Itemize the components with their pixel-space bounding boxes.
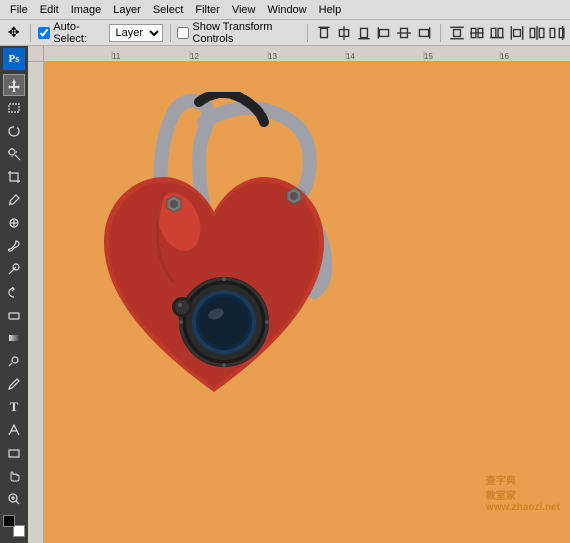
ruler-top-ticks xyxy=(60,51,570,61)
distribute-top-edges-icon[interactable] xyxy=(448,24,466,42)
show-transform-checkbox[interactable] xyxy=(177,27,189,39)
eyedropper-tool-btn[interactable] xyxy=(3,189,25,211)
options-toolbar: ✥ Auto-Select: Layer Show Transform Cont… xyxy=(0,20,570,46)
history-brush-tool-btn[interactable] xyxy=(3,281,25,303)
distribute-left-edges-icon[interactable] xyxy=(508,24,526,42)
menu-image[interactable]: Image xyxy=(65,2,108,18)
distribute-bottom-edges-icon[interactable] xyxy=(488,24,506,42)
shape-tool-btn[interactable] xyxy=(3,442,25,464)
toolbar-sep-4 xyxy=(440,24,441,42)
crop-tool-btn[interactable] xyxy=(3,166,25,188)
transform-group: Show Transform Controls xyxy=(177,21,300,45)
align-left-edges-icon[interactable] xyxy=(375,24,393,42)
canvas-wrapper: 查字典 教室家 www.zhaozi.net xyxy=(28,62,570,543)
healing-brush-tool-btn[interactable] xyxy=(3,212,25,234)
menu-layer[interactable]: Layer xyxy=(107,2,147,18)
brush-tool-btn[interactable] xyxy=(3,235,25,257)
auto-select-label: Auto-Select: xyxy=(53,21,104,45)
align-horizontal-centers-icon[interactable] xyxy=(395,24,413,42)
align-top-edges-icon[interactable] xyxy=(315,24,333,42)
ruler-top-marks: 11 12 13 14 15 16 17 xyxy=(60,46,570,61)
auto-select-checkbox[interactable] xyxy=(38,27,50,39)
zoom-tool-btn[interactable] xyxy=(3,488,25,510)
align-icons-group xyxy=(315,24,433,42)
toolbar-sep-3 xyxy=(307,24,308,42)
toolbar-sep-2 xyxy=(170,24,171,42)
move-tool-icon[interactable]: ✥ xyxy=(4,22,23,44)
menu-edit[interactable]: Edit xyxy=(34,2,65,18)
ruler-corner xyxy=(28,46,44,62)
left-toolbar: Ps xyxy=(0,46,28,543)
menu-filter[interactable]: Filter xyxy=(189,2,225,18)
dodge-tool-btn[interactable] xyxy=(3,350,25,372)
menu-select[interactable]: Select xyxy=(147,2,190,18)
watermark-line2: 教室家 xyxy=(486,487,560,502)
foreground-color-swatch[interactable] xyxy=(3,515,15,527)
distribute-vertical-centers-icon[interactable] xyxy=(468,24,486,42)
distribute-icons-group xyxy=(448,24,566,42)
marquee-tool-btn[interactable] xyxy=(3,97,25,119)
gradient-tool-btn[interactable] xyxy=(3,327,25,349)
clone-stamp-tool-btn[interactable] xyxy=(3,258,25,280)
photoshop-canvas[interactable]: 查字典 教室家 www.zhaozi.net xyxy=(44,62,570,543)
eraser-tool-btn[interactable] xyxy=(3,304,25,326)
distribute-horizontal-centers-icon[interactable] xyxy=(528,24,546,42)
menu-help[interactable]: Help xyxy=(313,2,348,18)
menu-file[interactable]: File xyxy=(4,2,34,18)
align-vertical-centers-icon[interactable] xyxy=(335,24,353,42)
ps-badge: Ps xyxy=(3,48,25,70)
auto-select-dropdown[interactable]: Layer xyxy=(109,24,163,42)
distribute-right-edges-icon[interactable] xyxy=(548,24,566,42)
watermark-line3: www.zhaozi.net xyxy=(486,502,560,513)
main-area: Ps xyxy=(0,46,570,543)
canvas-area: 11 12 13 14 15 16 17 xyxy=(28,46,570,543)
menu-window[interactable]: Window xyxy=(262,2,313,18)
watermark-line1: 查字典 xyxy=(486,472,560,487)
type-tool-btn[interactable]: T xyxy=(3,396,25,418)
align-right-edges-icon[interactable] xyxy=(415,24,433,42)
auto-select-group: Auto-Select: xyxy=(38,21,104,45)
path-selection-tool-btn[interactable] xyxy=(3,419,25,441)
magic-wand-tool-btn[interactable] xyxy=(3,143,25,165)
menu-bar: File Edit Image Layer Select Filter View… xyxy=(0,0,570,20)
show-transform-label: Show Transform Controls xyxy=(192,21,300,45)
ruler-left-ticks xyxy=(28,62,44,543)
align-bottom-edges-icon[interactable] xyxy=(355,24,373,42)
ruler-left xyxy=(28,62,44,543)
color-swatch-group[interactable] xyxy=(3,515,25,537)
artwork-heart xyxy=(84,92,344,442)
move-tool-btn[interactable] xyxy=(3,74,25,96)
watermark: 查字典 教室家 www.zhaozi.net xyxy=(486,472,560,513)
toolbar-sep-1 xyxy=(30,24,31,42)
lasso-tool-btn[interactable] xyxy=(3,120,25,142)
pen-tool-btn[interactable] xyxy=(3,373,25,395)
menu-view[interactable]: View xyxy=(226,2,262,18)
ruler-top: 11 12 13 14 15 16 17 xyxy=(28,46,570,62)
hand-tool-btn[interactable] xyxy=(3,465,25,487)
